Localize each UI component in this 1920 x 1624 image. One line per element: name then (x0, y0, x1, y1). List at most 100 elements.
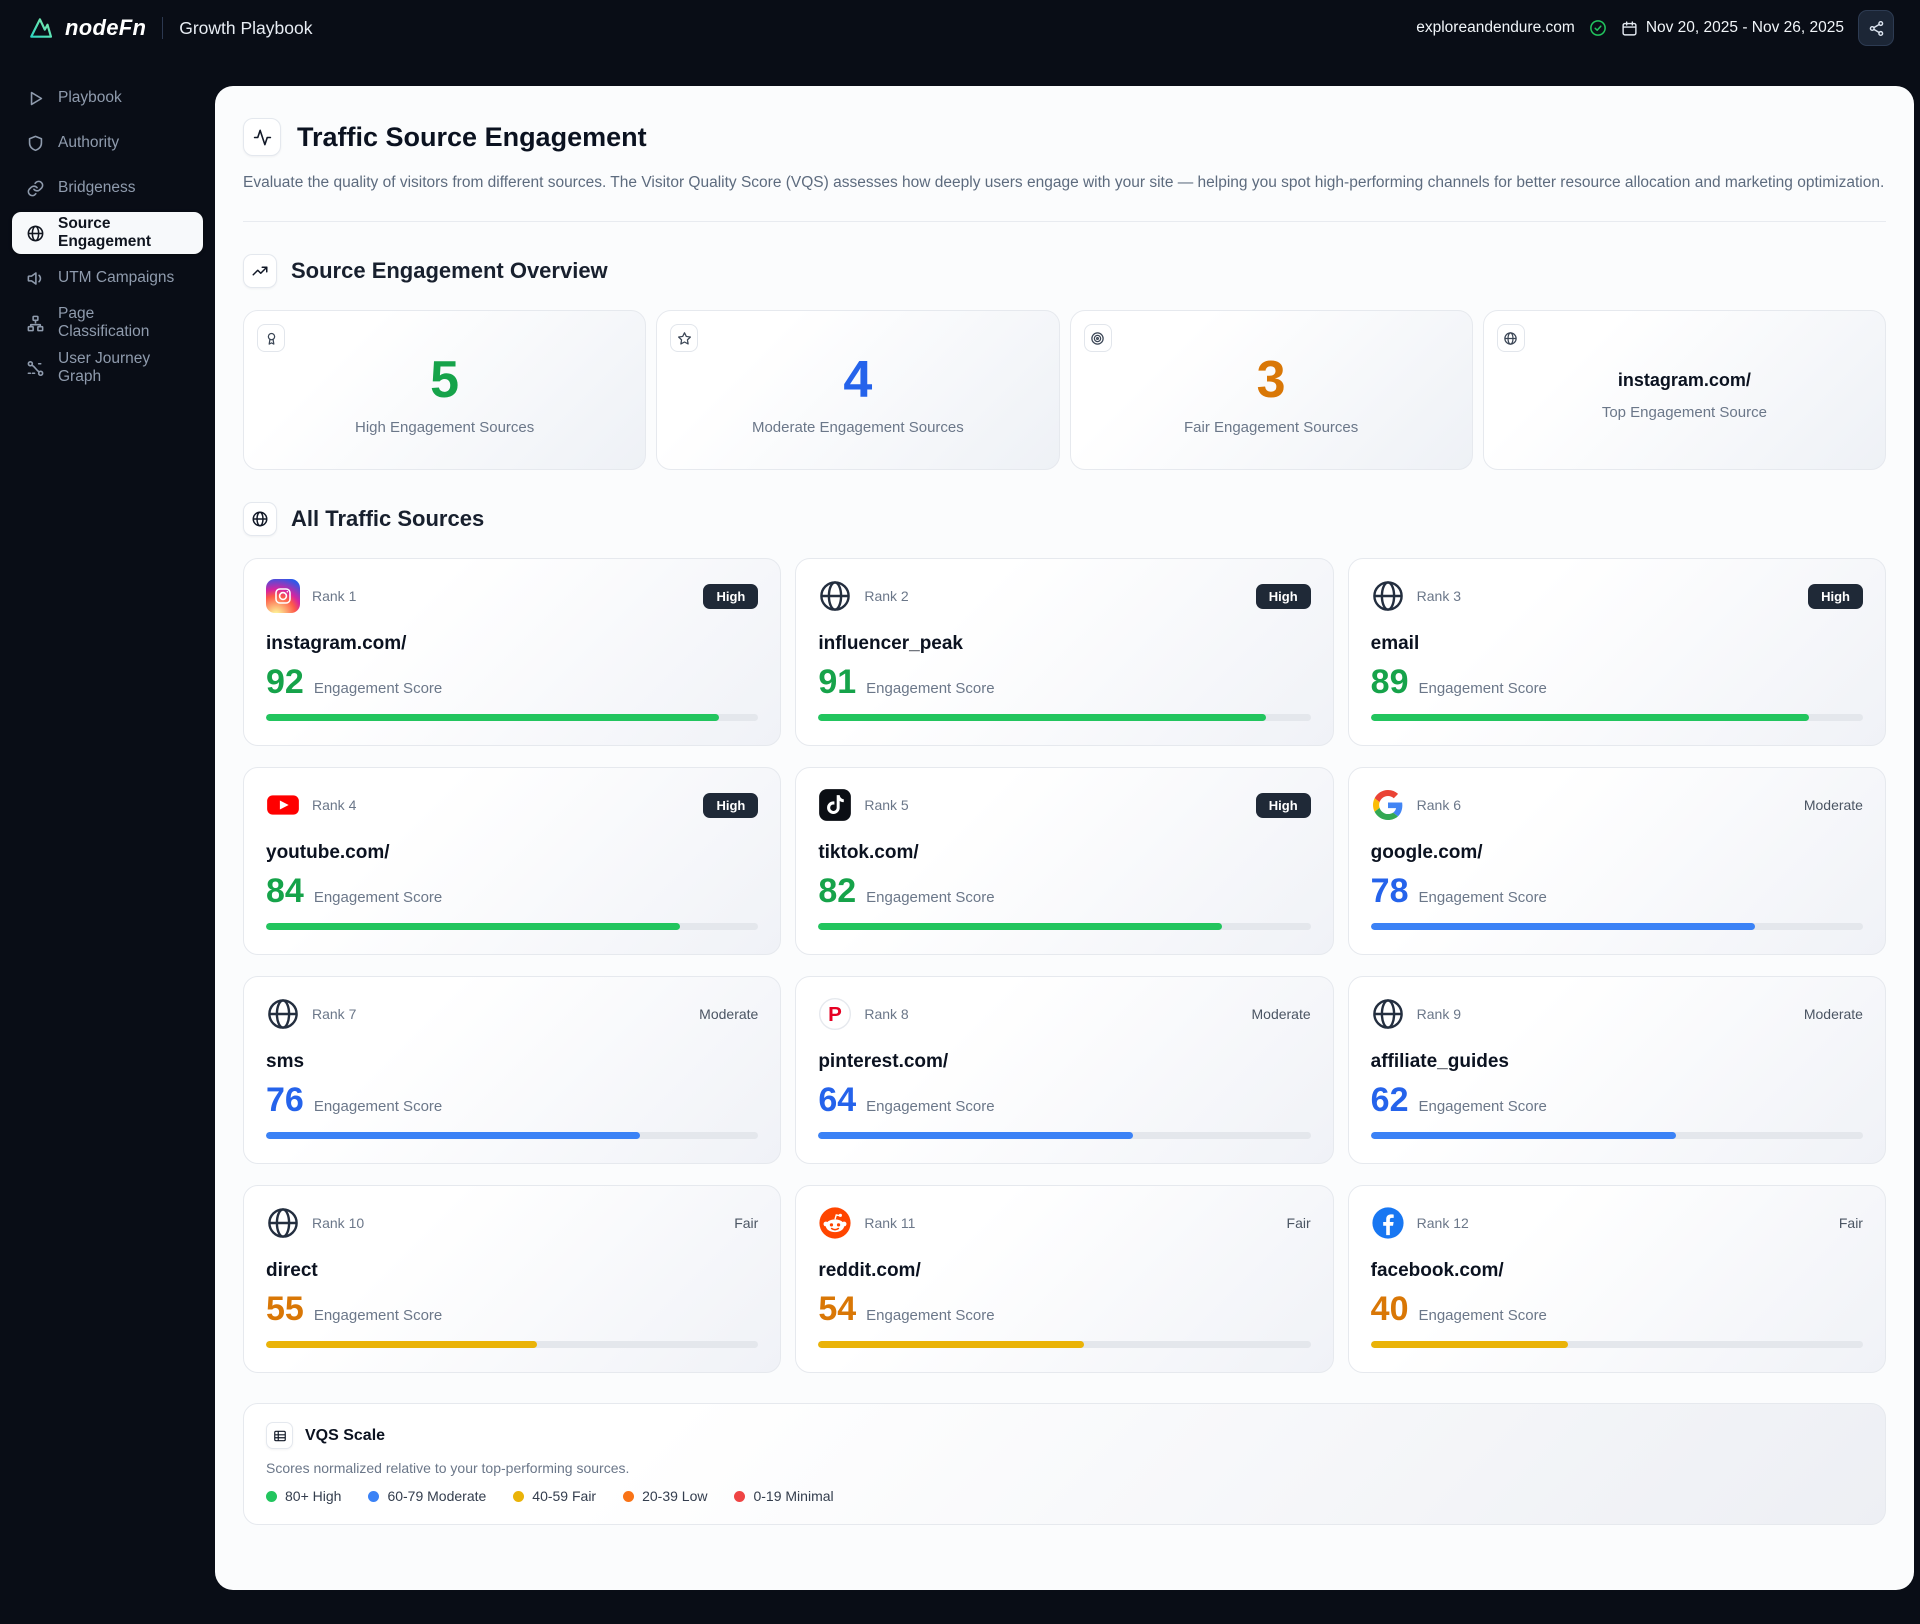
tier-badge: High (703, 583, 759, 609)
legend-dot (266, 1490, 277, 1502)
engagement-score: 62 (1370, 1081, 1409, 1120)
date-range-picker[interactable]: Nov 20, 2025 - Nov 26, 2025 (1621, 19, 1844, 37)
engagement-bar-track (818, 1341, 1311, 1349)
pinterest-icon: P (818, 997, 852, 1031)
source-name: email (1370, 633, 1420, 655)
globe-icon (27, 225, 44, 241)
check-circle-icon (1589, 20, 1606, 36)
sidebar-item-source-engagement[interactable]: Source Engagement (12, 212, 203, 254)
source-rank: Rank 7 (312, 1006, 357, 1023)
sidebar-item-label: User Journey Graph (58, 350, 151, 385)
tier-badge: High (1255, 792, 1311, 818)
engagement-score: 64 (818, 1081, 857, 1120)
engagement-score: 40 (1370, 1290, 1409, 1329)
top-source-name: instagram.com/ (1617, 369, 1751, 390)
topbar: nodeFn Growth Playbook exploreandendure.… (0, 0, 1920, 56)
stat-value: 5 (430, 351, 460, 410)
engagement-score-label: Engagement Score (1418, 680, 1547, 698)
sidebar: Playbook Authority Bridgeness Source Eng… (0, 56, 215, 1624)
vqs-subtitle: Scores normalized relative to your top-p… (266, 1460, 630, 1477)
sidebar-item-label: Page Classification (58, 305, 150, 340)
journey-icon (27, 360, 44, 376)
traffic-source-card: Rank 7 Moderate sms 76 Engagement Score (243, 976, 782, 1165)
engagement-bar-fill (1370, 923, 1755, 931)
vqs-title: VQS Scale (305, 1426, 386, 1444)
legend-dot (623, 1490, 635, 1502)
megaphone-icon (27, 271, 42, 285)
page-title: Traffic Source Engagement (297, 121, 647, 152)
legend-dot (368, 1490, 380, 1502)
sidebar-item-page-classification[interactable]: Page Classification (12, 302, 203, 344)
engagement-bar-track (818, 923, 1311, 931)
engagement-bar-track (266, 923, 759, 931)
globe-icon (1371, 997, 1405, 1031)
traffic-source-card: Rank 12 Fair facebook.com/ 40 Engagement… (1347, 1185, 1886, 1374)
legend-label: 80+ High (285, 1488, 342, 1505)
active-domain: exploreandendure.com (1416, 19, 1575, 36)
engagement-score-label: Engagement Score (313, 680, 443, 698)
engagement-score: 78 (1370, 872, 1409, 911)
engagement-score: 76 (266, 1081, 304, 1120)
engagement-bar-track (1370, 1132, 1863, 1140)
traffic-source-card: P Rank 8 Moderate pinterest.com/ 64 Enga… (795, 976, 1334, 1165)
engagement-bar-fill (266, 1341, 537, 1349)
award-icon (257, 324, 285, 353)
share-button[interactable] (1858, 10, 1894, 46)
vqs-legend: 80+ High 60-79 Moderate 40-59 Fair 20-39… (266, 1488, 1863, 1504)
traffic-source-card: Rank 3 High email 89 Engagement Score (1347, 558, 1886, 747)
engagement-bar-track (1370, 923, 1863, 931)
traffic-source-card: Rank 11 Fair reddit.com/ 54 Engagement S… (795, 1185, 1334, 1374)
source-name: direct (266, 1260, 318, 1282)
vqs-scale-card: VQS Scale Scores normalized relative to … (243, 1403, 1886, 1526)
traffic-source-card: Rank 10 Fair direct 55 Engagement Score (243, 1185, 782, 1374)
sidebar-item-user-journey-graph[interactable]: User Journey Graph (12, 347, 203, 389)
reddit-icon (818, 1206, 852, 1240)
source-rank: Rank 10 (312, 1215, 365, 1232)
legend-label: 60-79 Moderate (387, 1488, 487, 1505)
target-icon (1083, 324, 1112, 353)
tier-badge: Fair (734, 1215, 759, 1232)
engagement-score: 84 (266, 872, 304, 911)
legend-item: 40-59 Fair (513, 1488, 596, 1504)
source-rank: Rank 4 (312, 797, 357, 814)
traffic-source-card: Rank 5 High tiktok.com/ 82 Engagement Sc… (795, 767, 1334, 956)
traffic-source-card: Rank 2 High influencer_peak 91 Engagemen… (795, 558, 1334, 747)
engagement-score: 55 (266, 1290, 304, 1329)
source-name: reddit.com/ (818, 1260, 921, 1282)
tier-badge: Moderate (1251, 1006, 1311, 1023)
topbar-divider (162, 17, 164, 39)
legend-item: 80+ High (266, 1488, 341, 1504)
legend-item: 60-79 Moderate (368, 1488, 486, 1504)
tiktok-icon (818, 788, 852, 822)
google-icon (1371, 788, 1405, 822)
stat-value: 4 (843, 351, 873, 410)
source-name: affiliate_guides (1370, 1051, 1509, 1073)
engagement-bar-track (1370, 1341, 1863, 1349)
engagement-bar-fill (818, 714, 1267, 722)
activity-icon (243, 118, 281, 156)
engagement-bar-fill (266, 923, 680, 931)
engagement-score-label: Engagement Score (313, 889, 443, 907)
source-rank: Rank 3 (1416, 588, 1462, 605)
source-rank: Rank 5 (864, 797, 909, 814)
page-description: Evaluate the quality of visitors from di… (243, 174, 1885, 191)
tier-badge: High (1255, 583, 1311, 609)
engagement-bar-fill (1370, 714, 1809, 722)
source-rank: Rank 12 (1416, 1215, 1469, 1232)
share-icon (1869, 20, 1883, 36)
stat-label: Fair Engagement Sources (1183, 419, 1359, 437)
table-icon (266, 1422, 293, 1450)
engagement-score: 91 (818, 663, 857, 702)
overview-section-title: Source Engagement Overview (291, 258, 608, 284)
sidebar-item-bridgeness[interactable]: Bridgeness (12, 167, 203, 209)
sidebar-item-utm-campaigns[interactable]: UTM Campaigns (12, 257, 203, 299)
sidebar-item-authority[interactable]: Authority (12, 122, 203, 164)
legend-dot (734, 1490, 746, 1502)
header-divider (243, 221, 1886, 223)
source-name: influencer_peak (818, 633, 963, 655)
sidebar-item-playbook[interactable]: Playbook (12, 77, 203, 119)
source-name: facebook.com/ (1370, 1260, 1504, 1282)
source-name: tiktok.com/ (818, 842, 919, 864)
traffic-source-card: Rank 6 Moderate google.com/ 78 Engagemen… (1347, 767, 1886, 956)
engagement-score-label: Engagement Score (866, 1307, 995, 1325)
